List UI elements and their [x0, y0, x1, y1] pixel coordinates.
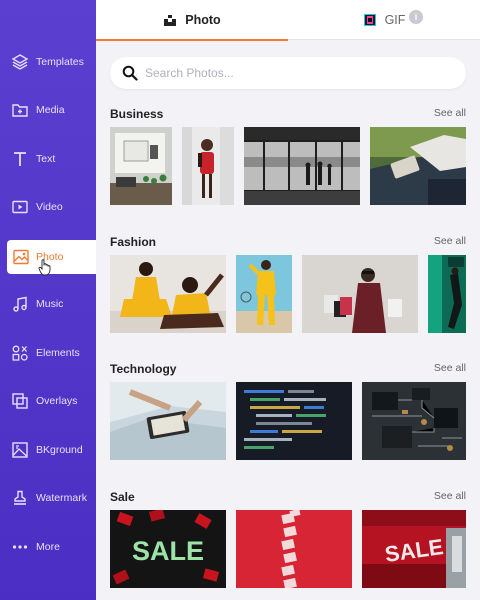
folder-plus-icon	[12, 104, 28, 117]
tab-gif[interactable]: GIF	[288, 0, 480, 40]
section-title-business: Business	[110, 107, 164, 121]
sidebar-label-overlays: Overlays	[36, 395, 78, 407]
text-icon	[14, 152, 26, 166]
hand-cursor-icon	[38, 259, 51, 276]
sidebar-label-text: Text	[36, 153, 56, 165]
video-icon	[12, 200, 28, 214]
technology-thumb-circuit-board[interactable]	[362, 382, 466, 460]
tab-photo-label: Photo	[185, 13, 221, 27]
sidebar-item-templates[interactable]: Templates	[0, 43, 96, 83]
shapes-icon	[12, 345, 28, 361]
stamp-icon	[14, 490, 26, 505]
sidebar: Templates Media Text Video Photo Music E…	[0, 0, 96, 600]
gif-tab-icon	[363, 14, 376, 26]
sidebar-item-overlays[interactable]: Overlays	[0, 382, 96, 422]
fashion-thumb-yellow-outfits[interactable]	[110, 255, 226, 333]
business-thumb-tablet-meeting[interactable]	[370, 127, 466, 205]
section-title-sale: Sale	[110, 490, 135, 504]
sale-thumb-sale-letters[interactable]: SALE	[110, 510, 226, 588]
fashion-thumb-shopping-bags[interactable]	[302, 255, 418, 333]
image-icon	[13, 249, 29, 265]
sidebar-item-watermark[interactable]: Watermark	[0, 479, 96, 519]
search-input[interactable]	[145, 63, 445, 83]
tab-gif-label: GIF	[384, 13, 406, 27]
sidebar-item-elements[interactable]: Elements	[0, 334, 96, 374]
see-all-fashion-link[interactable]: See all	[434, 235, 466, 247]
sale-thumb-sale-tags[interactable]	[236, 510, 352, 588]
sidebar-label-video: Video	[36, 201, 63, 213]
sidebar-item-music[interactable]: Music	[0, 285, 96, 325]
photo-tab-icon	[164, 15, 177, 26]
overlays-icon	[12, 393, 28, 409]
sidebar-item-video[interactable]: Video	[0, 188, 96, 228]
sidebar-item-bkground[interactable]: BKground	[0, 431, 96, 471]
sidebar-label-elements: Elements	[36, 347, 80, 359]
technology-thumb-code-screen[interactable]	[236, 382, 352, 460]
sidebar-label-more: More	[36, 541, 60, 553]
technology-thumb-tablet-hands[interactable]	[110, 382, 226, 460]
music-icon	[13, 296, 27, 312]
business-thumb-whiteboard[interactable]	[110, 127, 172, 205]
sale-thumb-shop-window[interactable]: SALE	[362, 510, 466, 588]
business-thumb-office-window[interactable]	[244, 127, 360, 205]
sidebar-item-media[interactable]: Media	[0, 91, 96, 131]
background-icon	[12, 442, 28, 458]
see-all-business-link[interactable]: See all	[434, 107, 466, 119]
tab-photo[interactable]: Photo	[96, 0, 288, 41]
sidebar-item-more[interactable]: More	[0, 528, 96, 568]
section-title-fashion: Fashion	[110, 235, 157, 249]
sidebar-label-bkground: BKground	[36, 444, 83, 456]
sidebar-label-watermark: Watermark	[36, 492, 87, 504]
info-icon[interactable]: i	[409, 10, 423, 24]
search-icon[interactable]	[122, 65, 138, 81]
see-all-technology-link[interactable]: See all	[434, 362, 466, 374]
fashion-thumb-neon-green[interactable]	[428, 255, 466, 333]
business-thumb-woman-red-dress[interactable]	[182, 127, 234, 205]
sidebar-label-media: Media	[36, 104, 65, 116]
sidebar-item-text[interactable]: Text	[0, 140, 96, 180]
sale-thumb-1-text: SALE	[132, 536, 204, 566]
layers-icon	[11, 54, 29, 70]
more-dots-icon	[12, 545, 28, 549]
fashion-thumb-yellow-suit[interactable]	[236, 255, 292, 333]
tab-bar: Photo GIF i	[96, 0, 480, 41]
see-all-sale-link[interactable]: See all	[434, 490, 466, 502]
section-title-technology: Technology	[110, 362, 177, 376]
sidebar-label-templates: Templates	[36, 56, 84, 68]
sidebar-label-music: Music	[36, 298, 64, 310]
search-bar	[110, 57, 466, 89]
